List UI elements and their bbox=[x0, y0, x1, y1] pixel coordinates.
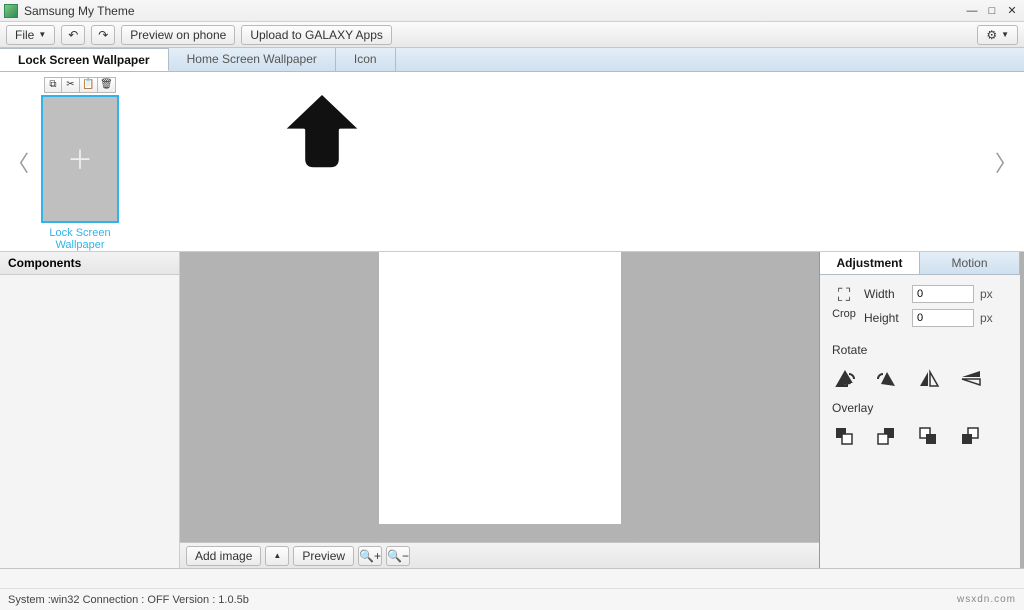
trash-icon: 🗑 bbox=[100, 79, 113, 90]
scissors-icon: ✂ bbox=[66, 79, 74, 90]
zoom-in-button[interactable]: 🔍+ bbox=[358, 546, 382, 566]
zoom-out-button[interactable]: 🔍− bbox=[386, 546, 410, 566]
redo-icon: ↷ bbox=[98, 28, 108, 42]
rotate-right-button[interactable] bbox=[832, 367, 858, 389]
gallery-next-button[interactable]: 〉 bbox=[994, 146, 1018, 178]
settings-button[interactable]: ⚙ ▼ bbox=[977, 25, 1018, 45]
flip-horizontal-button[interactable] bbox=[916, 367, 942, 389]
add-image-label: Add image bbox=[195, 549, 252, 563]
add-image-dropdown[interactable]: ▲ bbox=[265, 546, 289, 566]
status-text: System :win32 Connection : OFF Version :… bbox=[8, 594, 249, 606]
zoom-out-icon: 🔍− bbox=[387, 549, 409, 563]
thumbnail-label: Lock Screen Wallpaper bbox=[30, 227, 130, 251]
flip-h-icon bbox=[917, 368, 941, 388]
delete-button[interactable]: 🗑 bbox=[98, 77, 116, 93]
undo-icon: ↶ bbox=[68, 28, 78, 42]
tab-motion[interactable]: Motion bbox=[920, 252, 1020, 274]
components-header: Components bbox=[0, 252, 179, 275]
add-image-button[interactable]: Add image bbox=[186, 546, 261, 566]
bring-forward-icon bbox=[876, 426, 898, 446]
rotate-left-button[interactable] bbox=[874, 367, 900, 389]
chevron-down-icon: ▼ bbox=[38, 30, 46, 39]
bring-forward-button[interactable] bbox=[874, 425, 900, 447]
tab-home-screen[interactable]: Home Screen Wallpaper bbox=[169, 48, 336, 71]
canvas[interactable] bbox=[379, 252, 621, 524]
flip-vertical-button[interactable] bbox=[958, 367, 984, 389]
undo-button[interactable]: ↶ bbox=[61, 25, 85, 45]
gallery-prev-button[interactable]: 〈 bbox=[6, 146, 30, 178]
chevron-right-icon: 〉 bbox=[995, 151, 1017, 176]
adjustment-panel: Adjustment Motion ⛶ Crop Width px Height bbox=[820, 252, 1024, 568]
send-backward-button[interactable] bbox=[916, 425, 942, 447]
overlay-label: Overlay bbox=[832, 401, 1008, 415]
tab-lock-screen[interactable]: Lock Screen Wallpaper bbox=[0, 48, 169, 71]
watermark: wsxdn.com bbox=[957, 594, 1016, 605]
bring-front-icon bbox=[834, 426, 856, 446]
send-back-button[interactable] bbox=[958, 425, 984, 447]
crop-label: Crop bbox=[832, 308, 856, 320]
gallery-inner: ⧉ ✂ 📋 🗑 ＋ Lock Screen Wallpaper bbox=[30, 73, 994, 251]
gear-icon: ⚙ bbox=[986, 28, 997, 42]
cut-button[interactable]: ✂ bbox=[62, 77, 80, 93]
redo-button[interactable]: ↷ bbox=[91, 25, 115, 45]
adjustment-tabs: Adjustment Motion bbox=[820, 252, 1020, 275]
copy-button[interactable]: ⧉ bbox=[44, 77, 62, 93]
tab-adjustment[interactable]: Adjustment bbox=[820, 252, 920, 274]
components-panel: Components bbox=[0, 252, 180, 568]
copy-icon: ⧉ bbox=[49, 79, 56, 90]
chevron-up-icon: ▲ bbox=[273, 551, 281, 560]
window-title: Samsung My Theme bbox=[24, 4, 964, 18]
paste-button[interactable]: 📋 bbox=[80, 77, 98, 93]
chevron-down-icon: ▼ bbox=[1001, 30, 1009, 39]
maximize-button[interactable]: □ bbox=[984, 4, 1000, 18]
canvas-toolbar: Add image ▲ Preview 🔍+ 🔍− bbox=[180, 542, 819, 568]
height-input[interactable] bbox=[912, 309, 974, 327]
preview-phone-label: Preview on phone bbox=[130, 28, 226, 42]
close-button[interactable]: ✕ bbox=[1004, 4, 1020, 18]
gallery: 〈 ⧉ ✂ 📋 🗑 ＋ Lock Screen Wallpaper 〉 bbox=[0, 72, 1024, 252]
app-icon bbox=[4, 4, 18, 18]
main-toolbar: File ▼ ↶ ↷ Preview on phone Upload to GA… bbox=[0, 22, 1024, 48]
rotate-cw-icon bbox=[833, 368, 857, 388]
plus-icon: ＋ bbox=[67, 140, 93, 177]
upload-galaxy-label: Upload to GALAXY Apps bbox=[250, 28, 383, 42]
chevron-left-icon: 〈 bbox=[7, 151, 29, 176]
width-input[interactable] bbox=[912, 285, 974, 303]
tab-icon[interactable]: Icon bbox=[336, 48, 396, 71]
zoom-in-icon: 🔍+ bbox=[359, 549, 381, 563]
canvas-area bbox=[180, 252, 819, 542]
arrow-up-icon bbox=[280, 90, 364, 174]
titlebar: Samsung My Theme — □ ✕ bbox=[0, 0, 1024, 22]
wallpaper-thumbnail[interactable]: ＋ bbox=[41, 95, 119, 223]
flip-v-icon bbox=[959, 368, 983, 388]
preview-phone-button[interactable]: Preview on phone bbox=[121, 25, 235, 45]
send-back-icon bbox=[960, 426, 982, 446]
bring-front-button[interactable] bbox=[832, 425, 858, 447]
canvas-panel: Add image ▲ Preview 🔍+ 🔍− bbox=[180, 252, 820, 568]
rotate-label: Rotate bbox=[832, 343, 1008, 357]
send-backward-icon bbox=[918, 426, 940, 446]
preview-label: Preview bbox=[302, 549, 345, 563]
width-unit: px bbox=[980, 287, 993, 301]
preview-button[interactable]: Preview bbox=[293, 546, 354, 566]
file-menu-button[interactable]: File ▼ bbox=[6, 25, 55, 45]
gallery-item: ⧉ ✂ 📋 🗑 ＋ Lock Screen Wallpaper bbox=[30, 77, 130, 251]
category-tabs: Lock Screen Wallpaper Home Screen Wallpa… bbox=[0, 48, 1024, 72]
file-menu-label: File bbox=[15, 28, 34, 42]
clipboard-icon: 📋 bbox=[82, 79, 94, 90]
height-unit: px bbox=[980, 311, 993, 325]
minimize-button[interactable]: — bbox=[964, 4, 980, 18]
upload-galaxy-button[interactable]: Upload to GALAXY Apps bbox=[241, 25, 392, 45]
statusbar: System :win32 Connection : OFF Version :… bbox=[0, 568, 1024, 610]
height-label: Height bbox=[864, 311, 906, 325]
lower-area: Components Add image ▲ Preview 🔍+ 🔍− bbox=[0, 252, 1024, 568]
crop-icon: ⛶ bbox=[832, 285, 856, 306]
width-label: Width bbox=[864, 287, 906, 301]
rotate-ccw-icon bbox=[875, 368, 899, 388]
